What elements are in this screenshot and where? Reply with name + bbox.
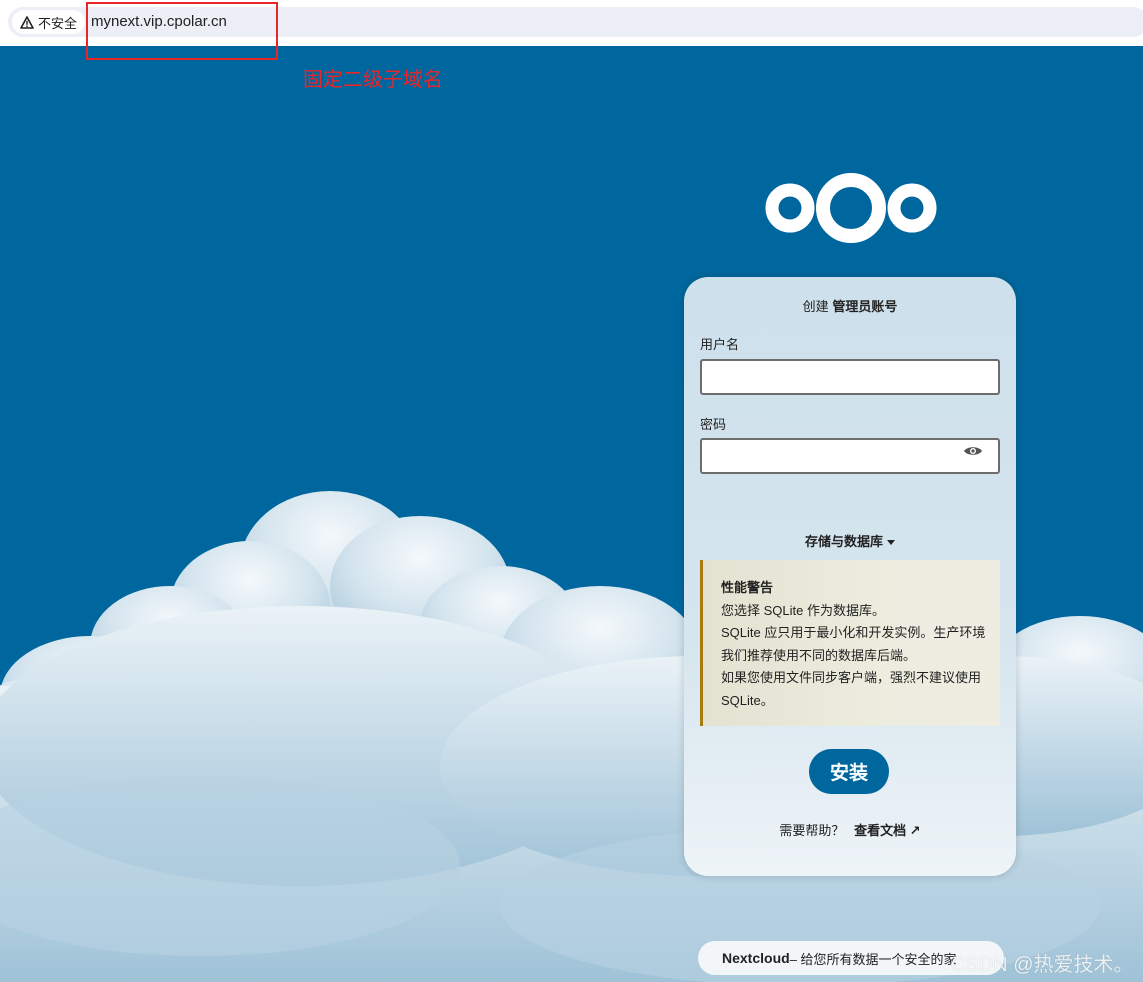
warning-line-2: SQLite 应只用于最小化和开发实例。生产环境我们推荐使用不同的数据库后端。 [721,625,986,663]
view-docs-link[interactable]: 查看文档 ↗ [854,823,921,838]
footer-tagline: – 给您所有数据一个安全的家 [789,951,957,967]
help-line: 需要帮助？ 查看文档 ↗ [684,820,1016,839]
footer-brand-link[interactable]: Nextcloud [722,950,790,966]
warning-title: 性能警告 [721,580,774,595]
nextcloud-logo [765,173,937,243]
annotation-text: 固定二级子域名 [303,69,443,91]
username-label: 用户名 [700,337,740,352]
username-input[interactable] [700,359,1000,395]
warning-triangle-icon [20,15,34,29]
card-title-bold: 管理员账号 [832,299,898,314]
card-title-prefix: 创建 [802,299,829,314]
caret-down-icon [887,540,895,546]
install-button[interactable]: 安装 [809,749,889,794]
admin-setup-card: 创建 管理员账号 用户名 密码 存储与数据库 性能警告 您选择 SQLite 作… [684,277,1016,876]
annotation-highlight-box [86,2,278,60]
help-text: 需要帮助？ [779,823,845,838]
card-title: 创建 管理员账号 [684,296,1016,315]
password-input[interactable] [700,438,1000,474]
warning-line-3: 如果您使用文件同步客户端，强烈不建议使用 SQLite。 [721,670,982,708]
password-label: 密码 [700,417,727,432]
storage-database-toggle[interactable]: 存储与数据库 [684,531,1016,550]
show-password-eye-icon[interactable] [963,444,983,458]
warning-line-1: 您选择 SQLite 作为数据库。 [721,602,885,618]
security-label: 不安全 [38,15,78,31]
csdn-watermark: CSDN @热爱技术。 [951,954,1134,976]
performance-warning: 性能警告 您选择 SQLite 作为数据库。 SQLite 应只用于最小化和开发… [700,560,1000,726]
storage-database-label: 存储与数据库 [804,534,883,549]
site-security-chip[interactable]: 不安全 [12,10,86,34]
